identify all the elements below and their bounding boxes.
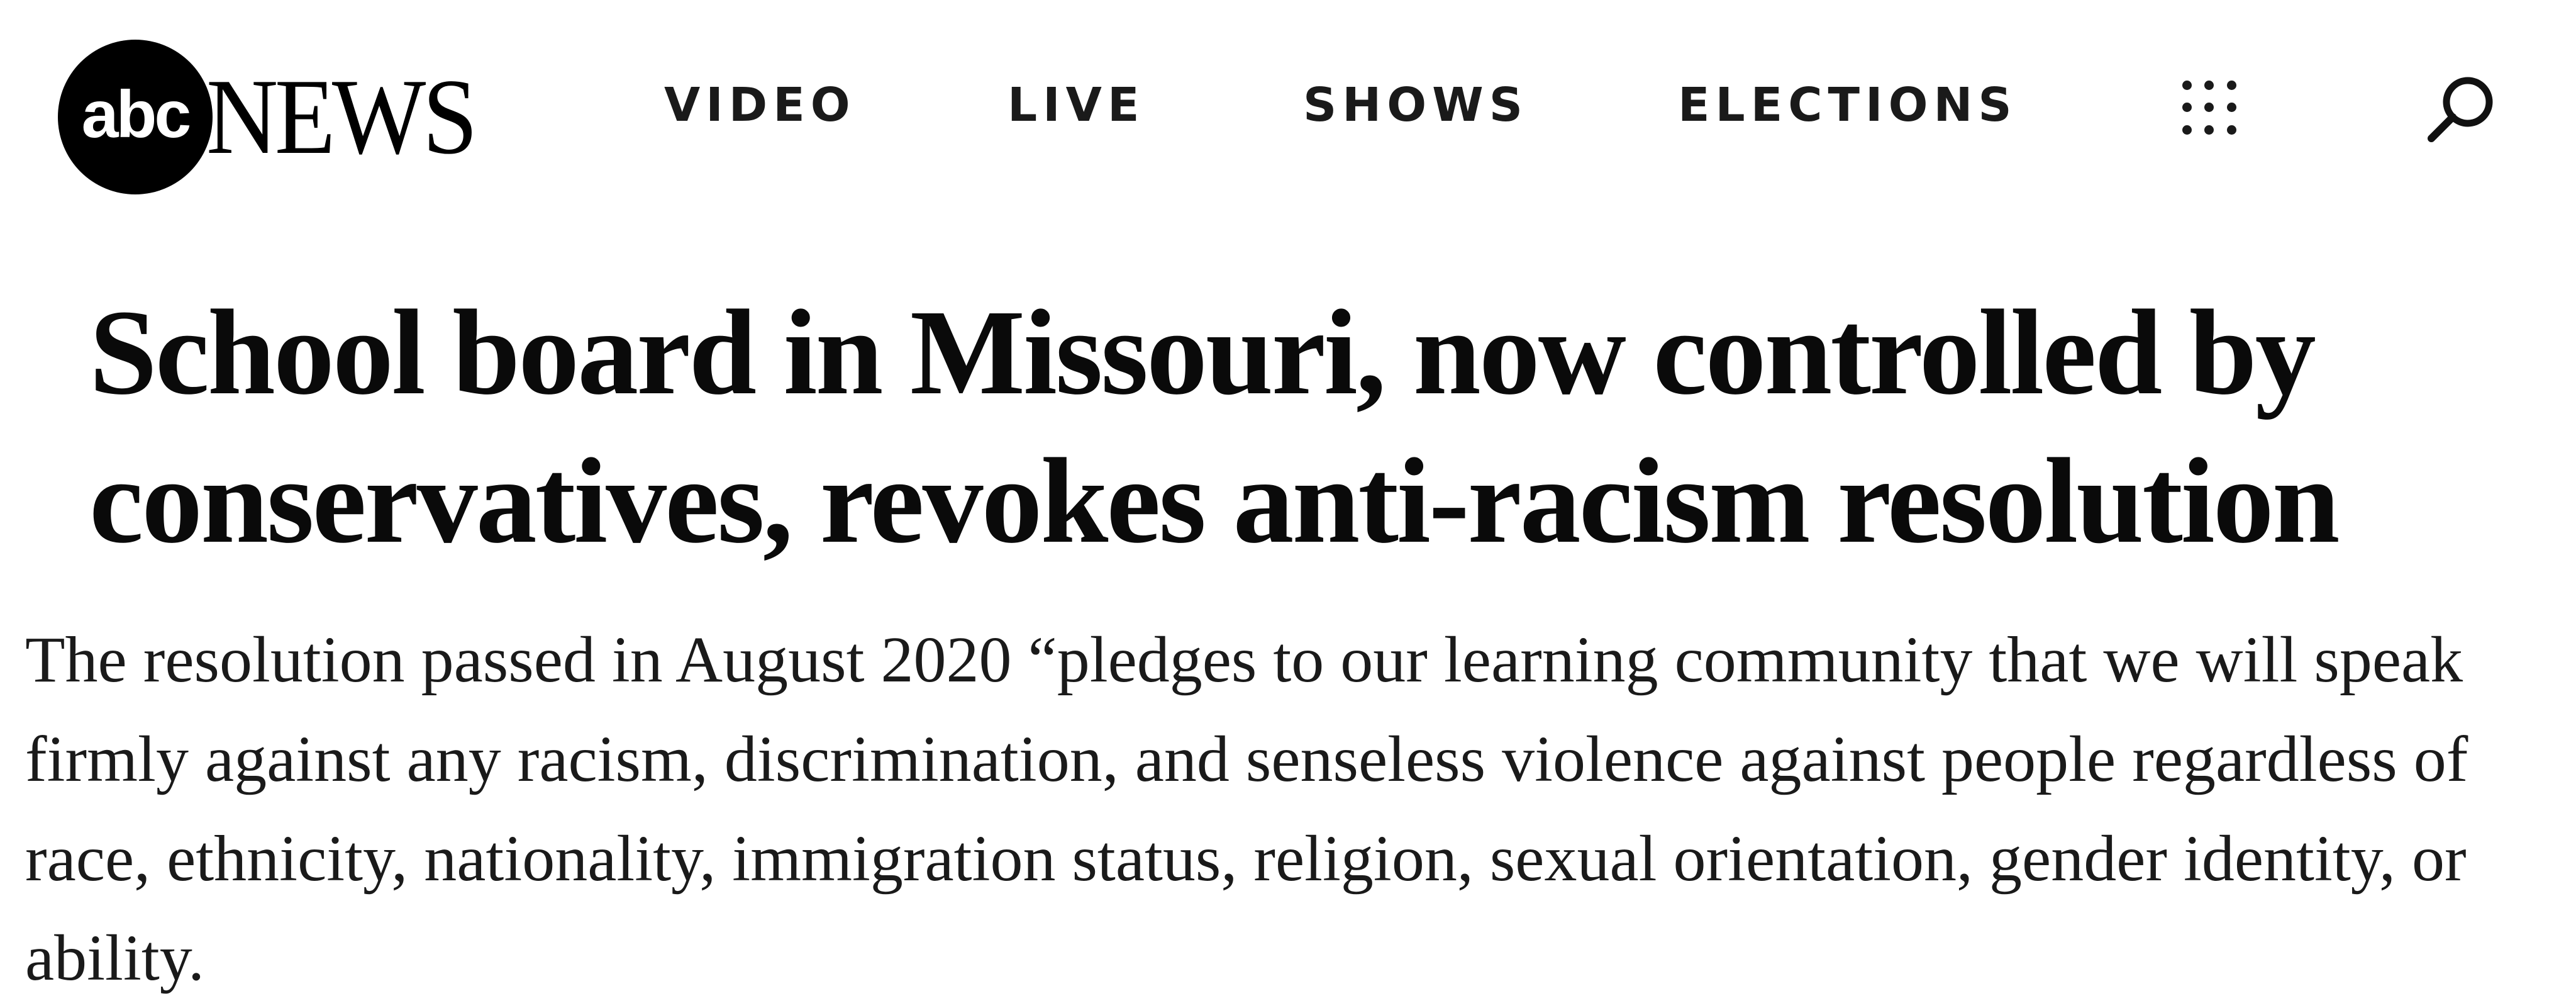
nav-elections[interactable]: ELECTIONS: [1678, 82, 2018, 128]
nav-video[interactable]: VIDEO: [664, 82, 856, 128]
search-icon[interactable]: [2423, 70, 2501, 148]
grid-dots-icon[interactable]: [2176, 74, 2243, 141]
abc-news-logo[interactable]: abc NEWS: [58, 40, 497, 194]
abc-logo-circle: abc: [58, 40, 213, 194]
nav-shows[interactable]: SHOWS: [1303, 82, 1528, 128]
article-dek: The resolution passed in August 2020 “pl…: [25, 624, 2468, 994]
nav-live[interactable]: LIVE: [1008, 82, 1145, 128]
site-header: abc NEWS VIDEO LIVE SHOWS ELECTIONS: [0, 0, 2576, 214]
article-headline: School board in Missouri, now controlled…: [89, 284, 2340, 568]
news-wordmark: NEWS: [206, 57, 478, 177]
